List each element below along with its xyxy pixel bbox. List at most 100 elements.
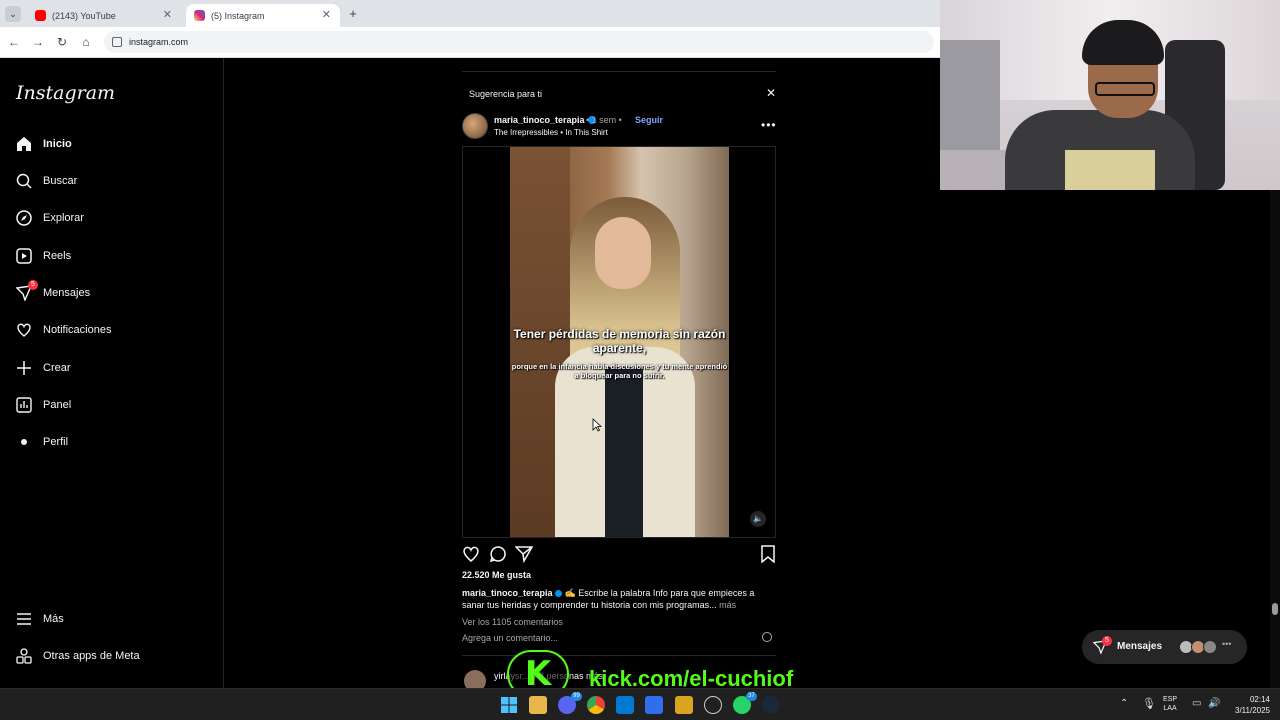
- whatsapp-icon[interactable]: 37: [733, 692, 757, 714]
- sidebar-item-buscar[interactable]: Buscar: [16, 169, 77, 193]
- audio-link[interactable]: The Irrepressibles • In This Shirt: [494, 128, 608, 137]
- webcam-overlay: [940, 0, 1280, 190]
- emoji-icon[interactable]: [762, 632, 772, 642]
- sidebar-item-mas[interactable]: Más: [16, 607, 64, 631]
- discord-icon[interactable]: 99: [558, 692, 582, 714]
- app-icon[interactable]: [675, 696, 693, 714]
- avatar[interactable]: [462, 113, 488, 139]
- sidebar-item-label: Buscar: [43, 175, 78, 187]
- sidebar-item-perfil[interactable]: Perfil: [16, 430, 68, 454]
- youtube-icon: [35, 10, 46, 21]
- app-icon[interactable]: [704, 696, 722, 714]
- close-icon[interactable]: ✕: [766, 86, 776, 100]
- clock[interactable]: 02:14 3/11/2025: [1226, 694, 1270, 716]
- suggestion-title: Sugerencia para ti: [469, 89, 543, 99]
- clock-time: 02:14: [1249, 695, 1270, 704]
- notification-badge: 99: [571, 692, 582, 701]
- browser-tab-bar: ⌄ (2143) YouTube ✕ (5) Instagram ✕ +: [0, 0, 940, 27]
- close-tab-icon[interactable]: ✕: [322, 8, 331, 21]
- sidebar-item-label: Panel: [43, 399, 72, 411]
- save-icon[interactable]: [759, 545, 777, 563]
- post-caption: maria_tinoco_terapia ✍️ Escribe la palab…: [462, 587, 762, 611]
- notification-badge: 5: [1102, 636, 1112, 646]
- microphone-icon[interactable]: 🎙: [1142, 697, 1156, 710]
- site-info-icon[interactable]: [112, 37, 122, 47]
- webcam-shirt-print: [1065, 150, 1155, 190]
- language-indicator[interactable]: ESP LAA: [1163, 695, 1177, 713]
- more-icon: •••: [1222, 639, 1232, 649]
- chart-icon: [16, 397, 32, 413]
- post-username[interactable]: maria_tinoco_terapia: [494, 115, 596, 125]
- chevron-up-icon[interactable]: ⌃: [1120, 698, 1128, 709]
- sidebar-item-label: Inicio: [43, 138, 72, 150]
- reload-icon[interactable]: ↻: [53, 33, 71, 51]
- address-bar[interactable]: instagram.com: [104, 31, 934, 53]
- caption-more-link[interactable]: más: [719, 600, 736, 610]
- sidebar-item-label: Mensajes: [43, 287, 91, 299]
- more-options-icon[interactable]: •••: [761, 118, 777, 132]
- caption-username[interactable]: maria_tinoco_terapia: [462, 588, 553, 598]
- sidebar-item-meta-apps[interactable]: Otras apps de Meta: [16, 644, 140, 668]
- tab-youtube[interactable]: (2143) YouTube ✕: [27, 4, 181, 27]
- post-time: • 1 sem •: [586, 115, 622, 125]
- app-icon[interactable]: [645, 696, 663, 714]
- view-comments-link[interactable]: Ver los 1105 comentarios: [462, 617, 563, 627]
- tab-label: (2143) YouTube: [52, 10, 116, 21]
- sidebar-item-explorar[interactable]: Explorar: [16, 206, 84, 230]
- scrollbar[interactable]: [1270, 190, 1280, 688]
- messages-button[interactable]: 5 Mensajes •••: [1082, 630, 1247, 664]
- steam-icon[interactable]: [762, 696, 780, 714]
- video-caption-main: Tener pérdidas de memoria sin razón apar…: [513, 327, 726, 355]
- like-count[interactable]: 22.520 Me gusta: [462, 570, 531, 580]
- tab-instagram[interactable]: (5) Instagram ✕: [186, 4, 340, 27]
- volume-icon[interactable]: 🔊: [1208, 698, 1220, 709]
- compass-icon: [16, 210, 32, 226]
- sidebar: Instagram Inicio Buscar Explorar Reels 5…: [0, 58, 224, 688]
- sidebar-item-reels[interactable]: Reels: [16, 244, 71, 268]
- video-frame-vest: [605, 367, 643, 537]
- forward-icon[interactable]: →: [29, 33, 47, 51]
- sidebar-item-inicio[interactable]: Inicio: [16, 132, 72, 156]
- sidebar-item-notificaciones[interactable]: Notificaciones: [16, 318, 111, 342]
- vscode-icon[interactable]: [616, 696, 634, 714]
- tab-label: (5) Instagram: [211, 10, 265, 21]
- back-icon[interactable]: ←: [5, 33, 23, 51]
- tab-search-button[interactable]: ⌄: [5, 6, 21, 22]
- sidebar-item-mensajes[interactable]: 5 Mensajes: [15, 280, 91, 305]
- video-player[interactable]: Tener pérdidas de memoria sin razón apar…: [510, 147, 729, 537]
- file-explorer-icon[interactable]: [529, 696, 547, 714]
- windows-start-icon[interactable]: [500, 696, 518, 714]
- scrollbar-thumb[interactable]: [1272, 603, 1278, 615]
- sidebar-item-crear[interactable]: Crear: [16, 356, 71, 380]
- instagram-logo[interactable]: Instagram: [16, 82, 115, 104]
- clock-date: 3/11/2025: [1235, 706, 1270, 715]
- follow-button[interactable]: Seguir: [635, 115, 663, 125]
- home-icon[interactable]: ⌂: [77, 33, 95, 51]
- verified-icon: [555, 590, 563, 597]
- mute-icon[interactable]: 🔈: [750, 511, 766, 527]
- chrome-icon[interactable]: [587, 696, 605, 714]
- webcam-person-glasses: [1095, 82, 1155, 96]
- webcam-shelf: [940, 40, 1000, 150]
- sidebar-item-panel[interactable]: Panel: [16, 393, 71, 417]
- post-media[interactable]: Tener pérdidas de memoria sin razón apar…: [462, 146, 776, 538]
- sidebar-item-label: Notificaciones: [43, 324, 112, 336]
- comment-icon[interactable]: [489, 545, 507, 563]
- avatar[interactable]: [464, 670, 486, 688]
- heart-icon: [17, 323, 31, 337]
- comment-input[interactable]: Agrega un comentario...: [462, 633, 558, 643]
- search-icon: [16, 173, 32, 189]
- share-icon[interactable]: [515, 545, 533, 563]
- network-icon[interactable]: ▭: [1192, 698, 1201, 709]
- new-tab-button[interactable]: +: [345, 6, 361, 22]
- like-icon[interactable]: [462, 545, 480, 563]
- meta-apps-icon: [16, 648, 32, 664]
- sidebar-item-label: Reels: [43, 250, 72, 262]
- messenger-icon: 5: [15, 280, 38, 302]
- url-text: instagram.com: [129, 37, 189, 47]
- profile-icon: [21, 439, 27, 445]
- instagram-icon: [194, 10, 205, 21]
- sidebar-item-label: Más: [43, 613, 64, 625]
- post-actions: [462, 545, 776, 565]
- close-tab-icon[interactable]: ✕: [163, 8, 172, 21]
